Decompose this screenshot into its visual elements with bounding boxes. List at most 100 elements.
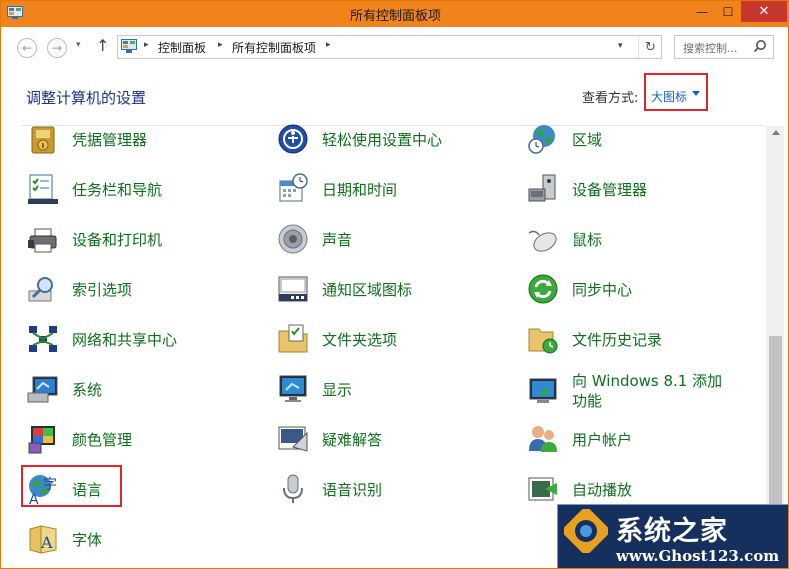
item-add-features[interactable]: 向 Windows 8.1 添加功能 (527, 369, 737, 413)
item-label[interactable]: 显示 (322, 379, 352, 400)
printer-icon (28, 228, 57, 253)
item-label[interactable]: 索引选项 (72, 279, 132, 300)
item-label[interactable]: 自动播放 (572, 479, 632, 500)
notification-area-icon (278, 276, 308, 302)
item-troubleshooting[interactable]: 疑难解答 (277, 419, 382, 459)
item-label[interactable]: 疑难解答 (322, 429, 382, 450)
breadcrumb-separator[interactable]: ▸ (326, 40, 331, 50)
item-color-management[interactable]: 颜色管理 (27, 419, 132, 459)
chevron-down-icon[interactable] (692, 91, 700, 96)
item-label[interactable]: 同步中心 (572, 279, 632, 300)
item-sound[interactable]: 声音 (277, 219, 352, 259)
mouse-icon (528, 230, 557, 252)
item-device-manager[interactable]: 设备管理器 (527, 169, 647, 209)
item-label[interactable]: 任务栏和导航 (72, 179, 162, 200)
item-credential-manager[interactable]: 凭据管理器 (27, 119, 147, 159)
item-notification-area-icons[interactable]: 通知区域图标 (277, 269, 412, 309)
page-title: 调整计算机的设置 (26, 89, 147, 107)
item-label[interactable]: 字体 (72, 529, 102, 550)
display-icon (279, 375, 307, 402)
close-button[interactable]: ✕ (741, 1, 787, 22)
item-display[interactable]: 显示 (277, 369, 352, 409)
item-label[interactable]: 区域 (572, 129, 602, 150)
item-label[interactable]: 日期和时间 (322, 179, 397, 200)
language-highlight-box (21, 465, 122, 507)
item-label[interactable]: 用户帐户 (572, 429, 632, 450)
fonts-icon: A (29, 525, 57, 554)
item-network-sharing[interactable]: 网络和共享中心 (27, 319, 177, 359)
title-bar[interactable]: 所有控制面板项 — ☐ ✕ (1, 1, 789, 27)
ease-of-access-icon (278, 124, 308, 154)
item-label[interactable]: 向 Windows 8.1 添加功能 (572, 371, 737, 411)
color-management-icon (28, 426, 55, 454)
item-indexing-options[interactable]: 索引选项 (27, 269, 132, 309)
watermark-title: 系统之家 (616, 516, 728, 547)
window-title: 所有控制面板项 (349, 9, 441, 24)
file-history-icon (528, 328, 558, 354)
search-input[interactable]: 搜索控制... (683, 40, 738, 56)
taskbar-icon (28, 174, 58, 204)
item-date-time[interactable]: 日期和时间 (277, 169, 397, 209)
microphone-icon (283, 474, 303, 503)
item-taskbar-navigation[interactable]: 任务栏和导航 (27, 169, 162, 209)
item-fonts[interactable]: A 字体 (27, 519, 102, 559)
view-by-value[interactable]: 大图标 (651, 88, 687, 105)
user-accounts-icon (529, 426, 557, 452)
scroll-up-icon[interactable] (772, 130, 780, 135)
add-features-icon (529, 378, 557, 403)
breadcrumb-control-panel[interactable]: 控制面板 (158, 39, 206, 56)
view-by-dropdown[interactable]: 大图标 (644, 73, 708, 111)
item-devices-printers[interactable]: 设备和打印机 (27, 219, 162, 259)
item-file-history[interactable]: 文件历史记录 (527, 319, 662, 359)
search-icon[interactable] (753, 39, 767, 53)
item-label[interactable]: 颜色管理 (72, 429, 132, 450)
forward-button[interactable]: → (47, 38, 67, 58)
item-label[interactable]: 网络和共享中心 (72, 329, 177, 350)
item-mouse[interactable]: 鼠标 (527, 219, 602, 259)
folder-options-icon (278, 324, 308, 353)
item-label[interactable]: 凭据管理器 (72, 129, 147, 150)
breadcrumb-all-items[interactable]: 所有控制面板项 (232, 39, 316, 56)
address-dropdown-button[interactable]: ▾ (618, 41, 623, 51)
maximize-button[interactable]: ☐ (715, 1, 741, 22)
breadcrumb-separator[interactable]: ▸ (144, 40, 149, 50)
item-region[interactable]: 区域 (527, 119, 602, 159)
troubleshooting-icon (278, 426, 308, 452)
item-speech-recognition[interactable]: 语音识别 (277, 469, 382, 509)
address-bar[interactable]: ▸ 控制面板 ▸ 所有控制面板项 ▸ ▾ ↻ (117, 35, 662, 59)
item-label[interactable]: 通知区域图标 (322, 279, 412, 300)
recent-locations-button[interactable]: ▾ (76, 40, 81, 50)
item-autoplay[interactable]: 自动播放 (527, 469, 632, 509)
item-label[interactable]: 鼠标 (572, 229, 602, 250)
item-label[interactable]: 文件夹选项 (322, 329, 397, 350)
item-label[interactable]: 轻松使用设置中心 (322, 129, 442, 150)
up-button[interactable]: ↑ (96, 36, 109, 55)
refresh-button[interactable]: ↻ (638, 36, 662, 58)
vertical-scrollbar[interactable] (766, 126, 784, 566)
item-label[interactable]: 设备和打印机 (72, 229, 162, 250)
speaker-icon (278, 224, 308, 254)
item-sync-center[interactable]: 同步中心 (527, 269, 632, 309)
back-button[interactable]: ← (17, 38, 37, 58)
item-label[interactable]: 系统 (72, 379, 102, 400)
item-user-accounts[interactable]: 用户帐户 (527, 419, 632, 459)
globe-clock-icon (528, 125, 555, 154)
item-folder-options[interactable]: 文件夹选项 (277, 319, 397, 359)
svg-text:A: A (40, 533, 53, 552)
item-label[interactable]: 文件历史记录 (572, 329, 662, 350)
item-label[interactable]: 语音识别 (322, 479, 382, 500)
minimize-button[interactable]: — (689, 1, 715, 22)
search-box[interactable]: 搜索控制... (674, 35, 774, 59)
watermark-logo-icon (564, 509, 608, 553)
system-icon (27, 376, 58, 403)
item-label[interactable]: 声音 (322, 229, 352, 250)
item-ease-of-access[interactable]: 轻松使用设置中心 (277, 119, 442, 159)
breadcrumb-separator[interactable]: ▸ (218, 40, 223, 50)
view-by-label: 查看方式: (582, 91, 639, 106)
indexing-icon (28, 277, 53, 302)
item-system[interactable]: 系统 (27, 369, 102, 409)
navigation-bar: ← → ▾ ↑ ▸ 控制面板 ▸ 所有控制面板项 ▸ ▾ ↻ 搜索控制... (1, 27, 788, 67)
watermark-banner: 系统之家 www.Ghost123.com (557, 504, 788, 568)
sync-center-icon (528, 274, 558, 304)
item-label[interactable]: 设备管理器 (572, 179, 647, 200)
